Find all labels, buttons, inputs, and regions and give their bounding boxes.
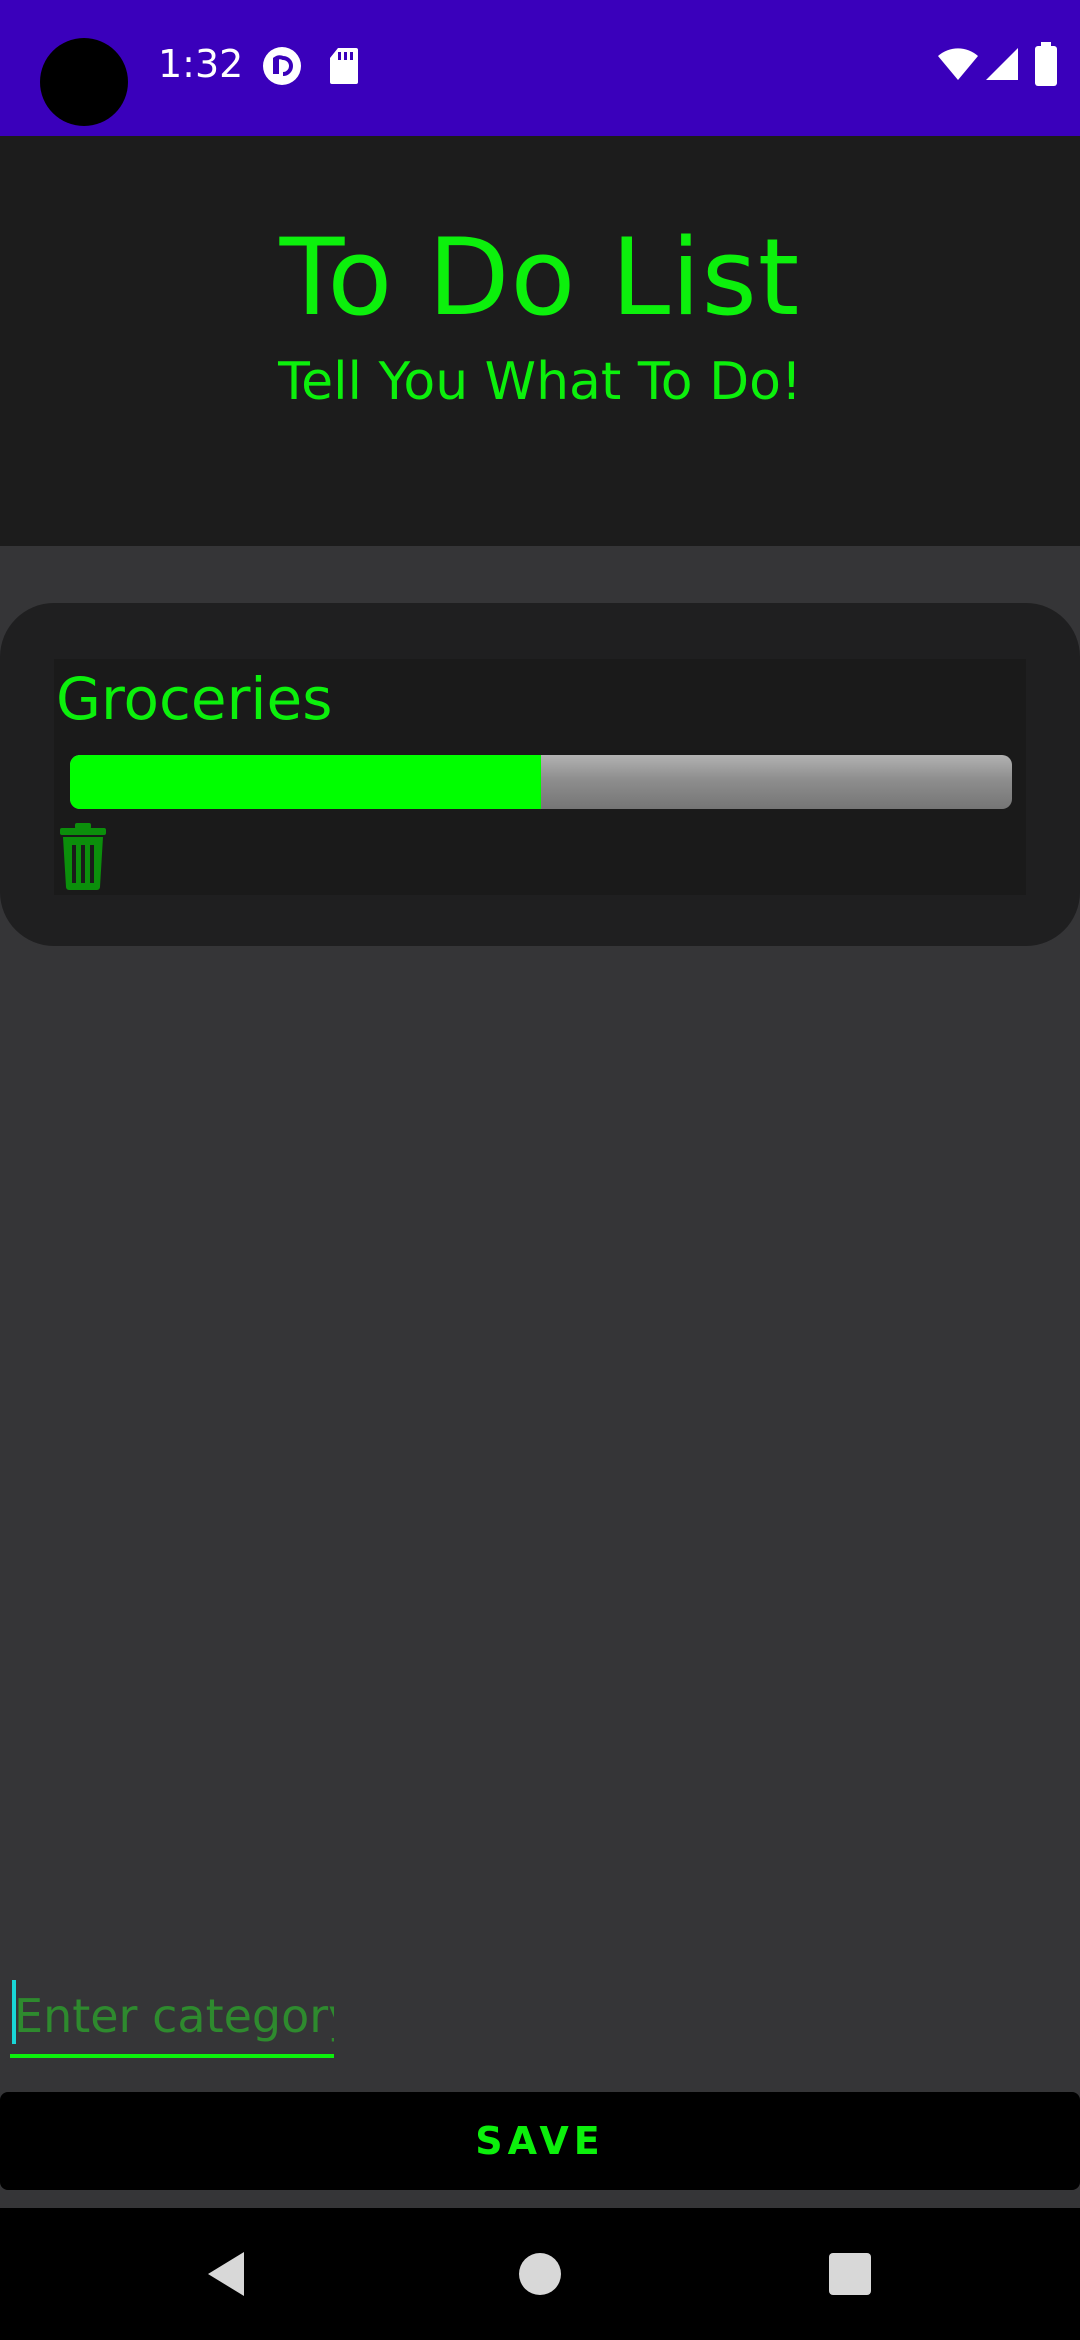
wifi-icon xyxy=(936,46,980,87)
page-title: To Do List xyxy=(279,216,801,339)
navigation-bar xyxy=(0,2208,1080,2340)
camera-cutout xyxy=(40,38,128,126)
status-time: 1:32 xyxy=(158,42,244,86)
save-button[interactable]: SAVE xyxy=(0,2092,1080,2190)
cellular-signal-icon xyxy=(984,46,1020,87)
recents-icon xyxy=(829,2253,871,2295)
page-subtitle: Tell You What To Do! xyxy=(278,352,802,412)
recents-button[interactable] xyxy=(790,2208,910,2340)
category-input[interactable] xyxy=(10,1978,334,2058)
category-progress-bar xyxy=(70,755,1012,809)
back-icon xyxy=(208,2252,244,2296)
pocket-casts-icon xyxy=(262,46,302,91)
delete-category-button[interactable] xyxy=(58,821,108,891)
sd-card-icon xyxy=(328,46,360,91)
home-icon xyxy=(519,2253,561,2295)
progress-fill xyxy=(70,755,541,809)
battery-icon xyxy=(1034,42,1058,91)
app-header: To Do List Tell You What To Do! xyxy=(0,136,1080,546)
trash-icon xyxy=(60,823,106,890)
status-bar: 1:32 xyxy=(0,0,1080,136)
list-item[interactable]: Groceries xyxy=(54,659,1026,895)
home-button[interactable] xyxy=(480,2208,600,2340)
back-button[interactable] xyxy=(166,2208,286,2340)
category-name: Groceries xyxy=(56,665,333,733)
text-cursor xyxy=(12,1980,16,2044)
category-list: Groceries xyxy=(0,603,1080,946)
